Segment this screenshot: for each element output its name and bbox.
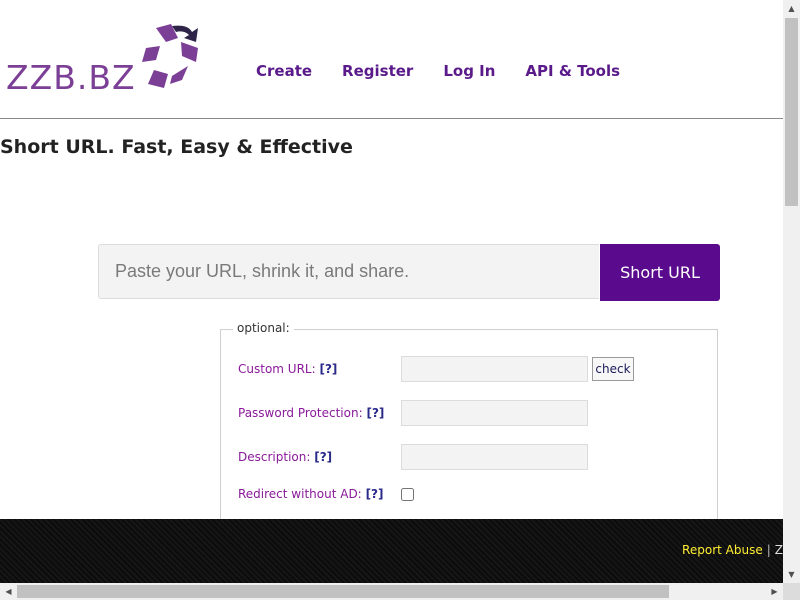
url-input[interactable] bbox=[98, 244, 599, 299]
logo-text: ZZB.BZ bbox=[6, 58, 136, 97]
description-label: Description: bbox=[238, 450, 311, 464]
check-button[interactable]: check bbox=[592, 357, 634, 381]
custom-url-label: Custom URL: bbox=[238, 362, 316, 376]
scroll-right-icon[interactable]: ▶ bbox=[766, 583, 783, 600]
site-logo[interactable]: ZZB.BZ bbox=[6, 18, 206, 98]
main-nav: Create Register Log In API & Tools bbox=[256, 62, 650, 80]
horizontal-scroll-thumb[interactable] bbox=[17, 585, 669, 598]
nav-api-tools[interactable]: API & Tools bbox=[525, 62, 620, 80]
logo-arrows-icon bbox=[142, 24, 198, 88]
footer-separator: | bbox=[766, 543, 771, 557]
report-abuse-link[interactable]: Report Abuse bbox=[682, 543, 763, 557]
custom-url-input[interactable] bbox=[401, 356, 588, 382]
password-row: Password Protection: [?] bbox=[238, 406, 384, 420]
redirect-help-link[interactable]: [?] bbox=[366, 487, 384, 501]
footer-links: Report Abuse | Z bbox=[682, 543, 783, 557]
password-input[interactable] bbox=[401, 400, 588, 426]
description-row: Description: [?] bbox=[238, 450, 332, 464]
optional-legend: optional: bbox=[233, 321, 294, 335]
site-footer: Report Abuse | Z bbox=[0, 519, 783, 583]
nav-create[interactable]: Create bbox=[256, 62, 312, 80]
description-help-link[interactable]: [?] bbox=[314, 450, 332, 464]
horizontal-scrollbar[interactable]: ◀ ▶ bbox=[0, 583, 783, 600]
shortener-form: Short URL bbox=[98, 244, 720, 301]
vertical-scroll-thumb[interactable] bbox=[785, 18, 798, 206]
password-label: Password Protection: bbox=[238, 406, 363, 420]
description-input[interactable] bbox=[401, 444, 588, 470]
password-help-link[interactable]: [?] bbox=[366, 406, 384, 420]
vertical-scrollbar[interactable]: ▲ ▼ bbox=[783, 0, 800, 583]
redirect-row: Redirect without AD: [?] bbox=[238, 487, 384, 501]
redirect-without-ad-checkbox[interactable] bbox=[401, 488, 414, 501]
custom-url-row: Custom URL: [?] bbox=[238, 362, 337, 376]
scroll-left-icon[interactable]: ◀ bbox=[0, 583, 17, 600]
custom-url-help-link[interactable]: [?] bbox=[319, 362, 337, 376]
footer-truncated-link[interactable]: Z bbox=[775, 543, 783, 557]
page-title: Short URL. Fast, Easy & Effective bbox=[0, 136, 353, 158]
scrollbar-corner bbox=[783, 583, 800, 600]
site-header: ZZB.BZ Create Register Log In API & Tool… bbox=[0, 0, 783, 119]
nav-login[interactable]: Log In bbox=[443, 62, 495, 80]
redirect-label: Redirect without AD: bbox=[238, 487, 362, 501]
nav-register[interactable]: Register bbox=[342, 62, 413, 80]
short-url-button[interactable]: Short URL bbox=[600, 244, 720, 301]
scroll-up-icon[interactable]: ▲ bbox=[783, 0, 800, 17]
scroll-down-icon[interactable]: ▼ bbox=[783, 566, 800, 583]
